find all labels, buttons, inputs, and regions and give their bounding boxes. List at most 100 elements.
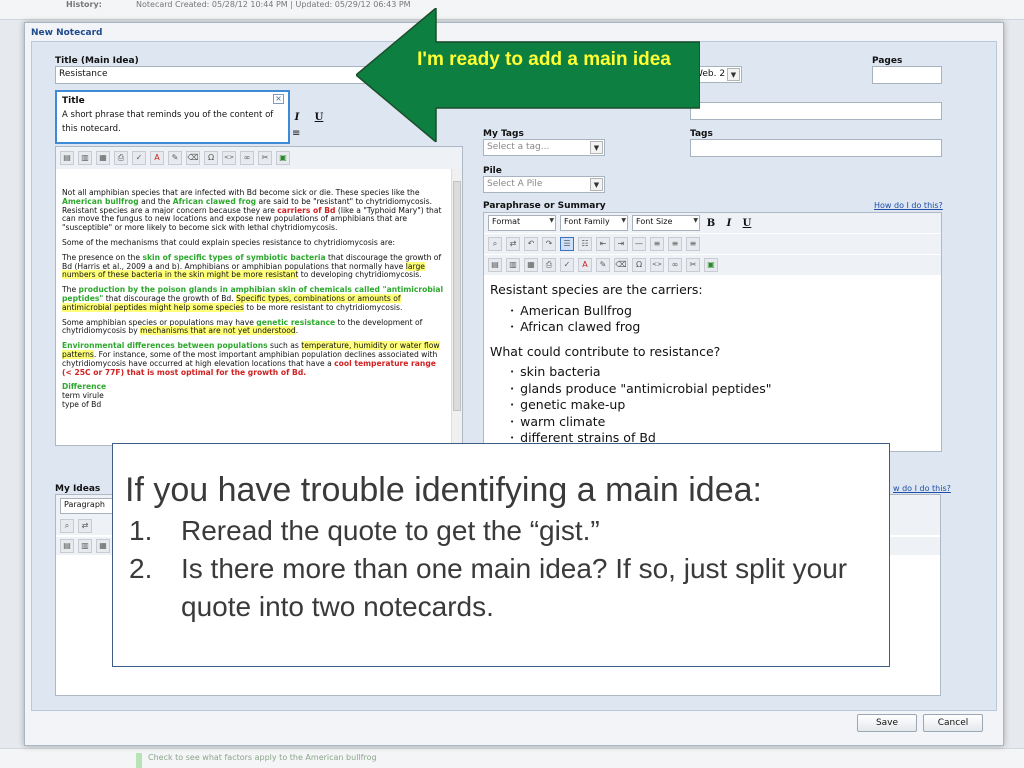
paste-word-icon[interactable]: ▦ [96,151,110,165]
pile-label: Pile [483,166,502,176]
quote-text[interactable]: Not all amphibian species that are infec… [62,188,444,416]
paraphrase-toolbar-row3: ▤ ▥ ▦ ⎙ ✓ A ✎ ⌫ Ω <> ∞ ✂ ▣ [484,255,941,275]
pages-label: Pages [872,56,903,66]
callout-item: 2. Is there more than one main idea? If s… [129,553,848,622]
chevron-down-icon: ▼ [693,217,698,224]
spellcheck-icon[interactable]: ✓ [560,258,574,272]
html-icon[interactable]: <> [650,258,664,272]
highlight-icon[interactable]: ✎ [168,151,182,165]
underline-button[interactable]: U [740,218,754,229]
paste-text-icon[interactable]: ▥ [78,151,92,165]
paste-text-icon[interactable]: ▥ [506,258,520,272]
image-icon[interactable]: ▣ [704,258,718,272]
arrow-shape [354,6,701,144]
font-family-select[interactable]: Font Family ▼ [560,215,628,231]
save-button[interactable]: Save [857,714,917,732]
paraphrase-text[interactable]: Resistant species are the carriers: Amer… [490,282,771,456]
print-icon[interactable]: ⎙ [114,151,128,165]
align-right-icon[interactable]: ≡ [686,237,700,251]
paste-word-icon[interactable]: ▦ [524,258,538,272]
title-tooltip: Title A short phrase that reminds you of… [55,90,290,144]
how-do-i-link[interactable]: How do I do this? [874,201,943,210]
arrow-text: I'm ready to add a main idea [417,49,671,70]
tags-input[interactable] [690,139,942,157]
tooltip-title: Title [62,96,85,106]
background-hint: Check to see what factors apply to the A… [136,753,377,768]
pile-select[interactable]: Select A Pile ▼ [483,176,605,193]
print-icon[interactable]: ⎙ [542,258,556,272]
paste-icon[interactable]: ▤ [60,539,74,553]
align-center-icon[interactable]: ≡ [668,237,682,251]
replace-icon[interactable]: ⇄ [78,519,92,533]
font-color-icon[interactable]: A [578,258,592,272]
omega-icon[interactable]: Ω [632,258,646,272]
paraphrase-heading-2: What could contribute to resistance? [490,343,721,359]
align-left-icon[interactable]: ≡ [650,237,664,251]
link-icon[interactable]: ∞ [240,151,254,165]
link-icon[interactable]: ∞ [668,258,682,272]
find-icon[interactable]: ⌕ [488,237,502,251]
list-item: African clawed frog [510,319,771,337]
quote-toolbar: ▤ ▥ ▦ ⎙ ✓ A ✎ ⌫ Ω <> ∞ ✂ ▣ [56,147,462,169]
paste-icon[interactable]: ▤ [488,258,502,272]
underline-button[interactable]: U [312,112,326,123]
tooltip-body: A short phrase that reminds you of the c… [62,110,274,134]
highlight-icon[interactable]: ✎ [596,258,610,272]
numbered-list-icon[interactable]: ☷ [578,237,592,251]
html-icon[interactable]: <> [222,151,236,165]
scroll-thumb[interactable] [453,181,461,411]
close-icon[interactable]: × [273,94,284,104]
paste-word-icon[interactable]: ▦ [96,539,110,553]
italic-button[interactable]: I [722,218,736,229]
replace-icon[interactable]: ⇄ [506,237,520,251]
list-item: genetic make-up [510,397,771,415]
find-icon[interactable]: ⌕ [60,519,74,533]
dialog-title: New Notecard [31,28,103,38]
my-ideas-label: My Ideas [55,484,101,494]
unlink-icon[interactable]: ✂ [686,258,700,272]
bullet-list-icon[interactable]: ☰ [560,237,574,251]
indent-icon[interactable]: ⇥ [614,237,628,251]
list-item: skin bacteria [510,364,771,382]
chevron-down-icon: ▼ [590,141,603,154]
callout-item: 1. Reread the quote to get the “gist.” [129,515,600,546]
paraphrase-panel: Format ▼ Font Family ▼ Font Size ▼ B I U ⌕ … [483,212,942,452]
undo-icon[interactable]: ↶ [524,237,538,251]
cancel-button[interactable]: Cancel [923,714,983,732]
callout-heading: If you have trouble identifying a main i… [125,471,762,509]
paste-icon[interactable]: ▤ [60,151,74,165]
paste-text-icon[interactable]: ▥ [78,539,92,553]
left-arrow-icon [354,6,701,144]
quote-scrollbar[interactable] [451,169,462,445]
chevron-down-icon: ▼ [727,68,740,81]
eraser-icon[interactable]: ⌫ [186,151,200,165]
list-item: glands produce "antimicrobial peptides" [510,381,771,399]
spellcheck-icon[interactable]: ✓ [132,151,146,165]
eraser-icon[interactable]: ⌫ [614,258,628,272]
bold-button[interactable]: B [704,218,718,229]
list-item: warm climate [510,414,771,432]
how-do-i-link-2[interactable]: w do I do this? [893,484,951,493]
my-ideas-format-select[interactable]: Paragraph [60,498,114,514]
font-size-select[interactable]: Font Size ▼ [632,215,700,231]
unlink-icon[interactable]: ✂ [258,151,272,165]
horizontal-rule-icon[interactable]: — [632,237,646,251]
italic-button[interactable]: I [290,112,304,123]
callout-list: 1. Reread the quote to get the “gist.” 2.… [125,512,877,626]
title-input[interactable]: Resistance [55,66,385,84]
align-justify-icon[interactable]: ≡ [292,128,300,139]
paraphrase-label: Paraphrase or Summary [483,201,606,211]
source-detail-input[interactable] [690,102,942,120]
quote-panel: ▤ ▥ ▦ ⎙ ✓ A ✎ ⌫ Ω <> ∞ ✂ ▣ Not all amphi… [55,146,463,446]
redo-icon[interactable]: ↷ [542,237,556,251]
omega-icon[interactable]: Ω [204,151,218,165]
image-icon[interactable]: ▣ [276,151,290,165]
outdent-icon[interactable]: ⇤ [596,237,610,251]
instruction-callout: If you have trouble identifying a main i… [112,443,890,667]
font-color-icon[interactable]: A [150,151,164,165]
format-select[interactable]: Format ▼ [488,215,556,231]
pages-input[interactable] [872,66,942,84]
chevron-down-icon: ▼ [590,178,603,191]
green-arrow-callout: I'm ready to add a main idea [354,6,701,144]
chevron-down-icon: ▼ [549,217,554,224]
